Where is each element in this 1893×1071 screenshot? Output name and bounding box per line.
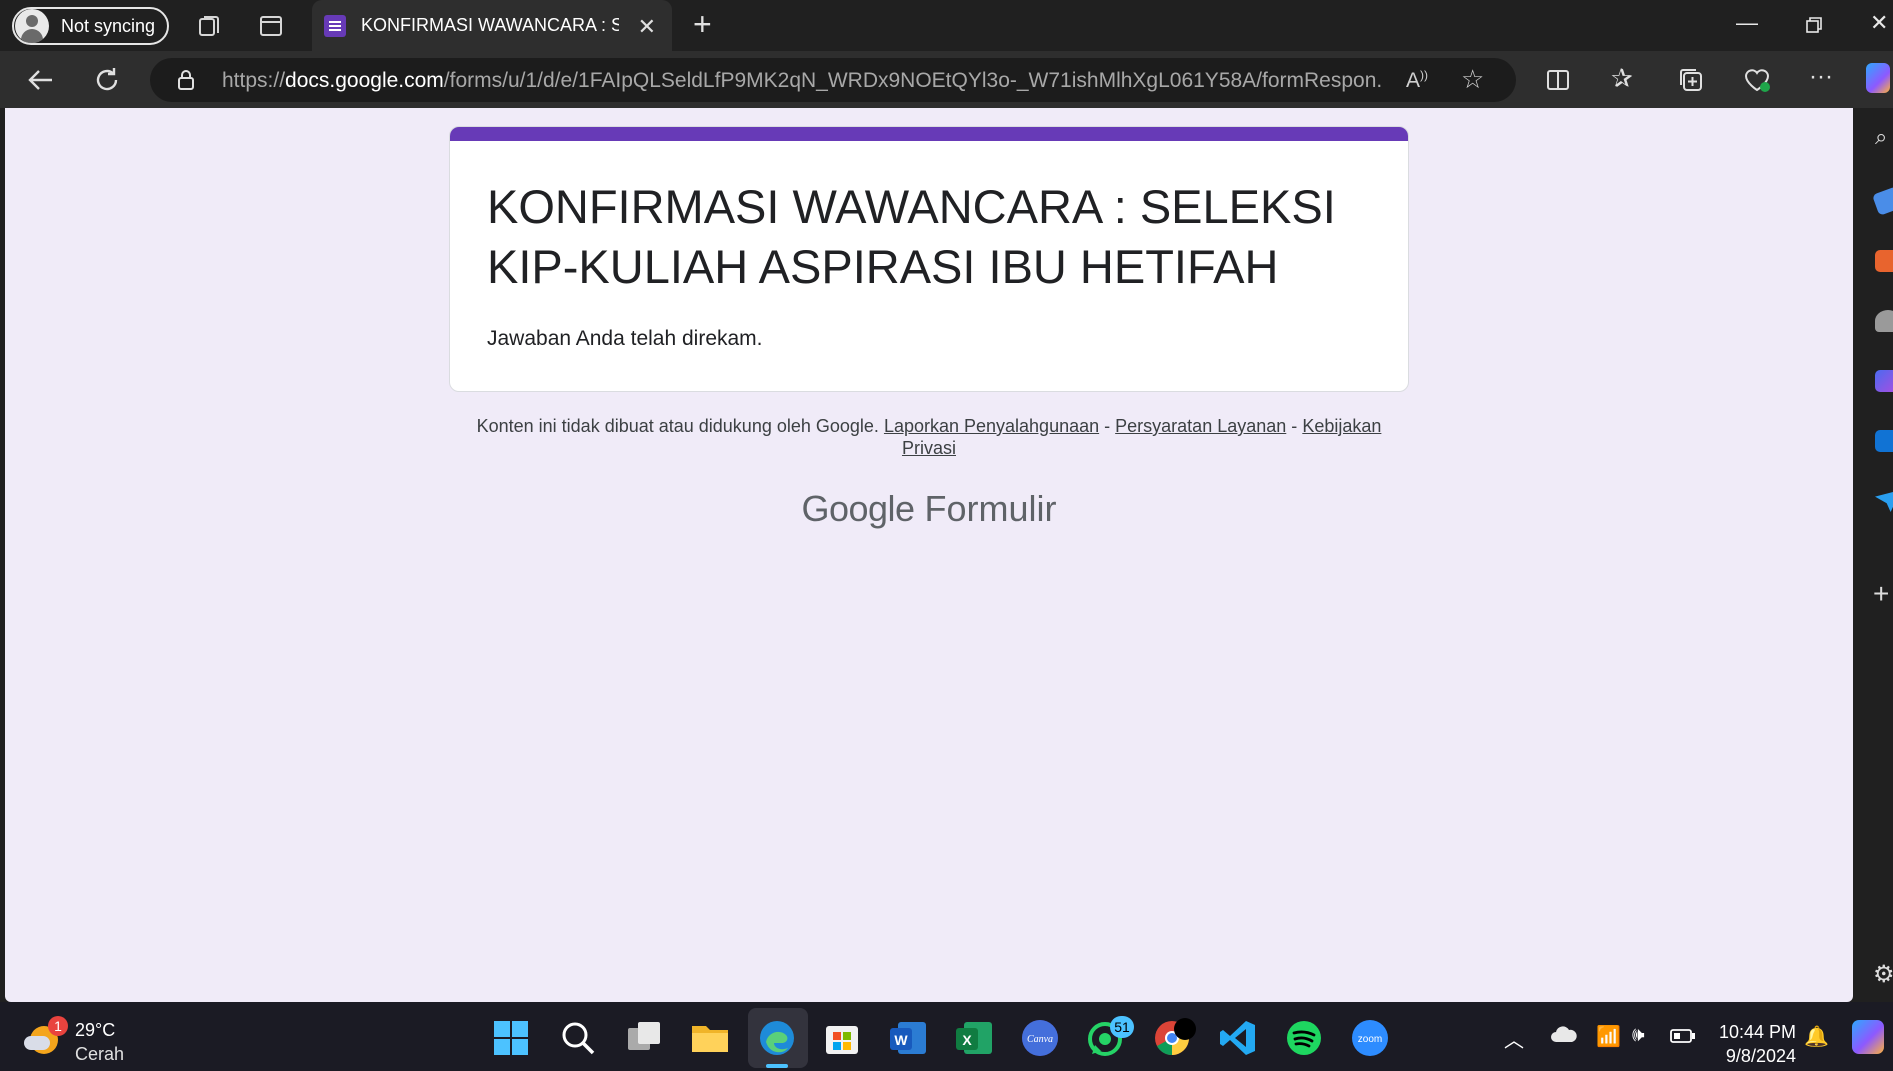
- profile-avatar-icon: [15, 9, 49, 43]
- copilot-taskbar-icon[interactable]: [1852, 1020, 1884, 1054]
- forms-wordmark: Formulir: [924, 488, 1057, 529]
- start-icon[interactable]: [491, 1018, 531, 1058]
- canva-icon[interactable]: Canva: [1020, 1018, 1060, 1058]
- page-viewport: KONFIRMASI WAWANCARA : SELEKSI KIP-KULIA…: [5, 108, 1853, 1002]
- edge-icon[interactable]: [757, 1018, 797, 1058]
- whatsapp-badge: 51: [1110, 1016, 1134, 1038]
- workspaces-icon[interactable]: [196, 13, 222, 39]
- form-title-line2: KIP-KULIAH ASPIRASI IBU HETIFAH: [487, 240, 1279, 293]
- edge-sidebar: ⌕ + ⚙: [1853, 108, 1893, 1002]
- task-view-icon[interactable]: [624, 1018, 664, 1058]
- word-icon[interactable]: W: [888, 1018, 928, 1058]
- sidebar-shopping-icon[interactable]: [1872, 186, 1893, 216]
- browser-essentials-icon[interactable]: [1743, 66, 1771, 94]
- sidebar-games-icon[interactable]: [1875, 310, 1893, 332]
- new-tab-button[interactable]: +: [693, 6, 712, 43]
- address-bar[interactable]: https://docs.google.com/forms/u/1/d/e/1F…: [150, 58, 1516, 102]
- profile-label: Not syncing: [61, 15, 156, 36]
- tab-strip: Not syncing KONFIRMASI WAWANCARA : SELEK…: [0, 0, 1893, 51]
- svg-text:Canva: Canva: [1027, 1034, 1053, 1045]
- copilot-icon[interactable]: [1866, 63, 1890, 93]
- clock-time: 10:44 PM: [1718, 1022, 1796, 1042]
- clock[interactable]: 10:44 PM 9/8/2024: [1710, 1020, 1796, 1068]
- tab-forms[interactable]: KONFIRMASI WAWANCARA : SELEKSI ✕: [312, 0, 672, 51]
- sidebar-copilot-icon[interactable]: [1875, 370, 1893, 392]
- lock-icon[interactable]: [176, 69, 196, 91]
- weather-temperature: 29°C: [75, 1020, 116, 1040]
- favorites-icon[interactable]: ✰: [1611, 63, 1633, 94]
- chrome-profile-dot: [1174, 1018, 1196, 1040]
- weather-notification-badge: 1: [48, 1016, 68, 1036]
- weather-cloud-icon: [24, 1036, 50, 1050]
- zoom-icon[interactable]: zoom: [1350, 1018, 1390, 1058]
- volume-icon[interactable]: 🕪: [1632, 1024, 1645, 1047]
- close-tab-icon[interactable]: ✕: [638, 14, 656, 40]
- excel-icon[interactable]: X: [954, 1018, 994, 1058]
- edge-active-indicator: [766, 1064, 788, 1068]
- split-screen-icon[interactable]: [1545, 67, 1571, 93]
- svg-text:zoom: zoom: [1358, 1034, 1382, 1045]
- weather-widget[interactable]: 1 29°C Cerah: [24, 1016, 154, 1064]
- restore-button[interactable]: [1805, 16, 1823, 34]
- navigation-bar: https://docs.google.com/forms/u/1/d/e/1F…: [0, 51, 1893, 108]
- url-text[interactable]: https://docs.google.com/forms/u/1/d/e/1F…: [222, 69, 1382, 93]
- battery-icon[interactable]: [1670, 1028, 1696, 1044]
- sidebar-send-icon[interactable]: [1875, 490, 1893, 512]
- url-prefix: https://: [222, 69, 286, 92]
- search-icon[interactable]: [558, 1018, 598, 1058]
- more-options-icon[interactable]: ···: [1809, 63, 1833, 91]
- sidebar-add-icon[interactable]: +: [1873, 578, 1889, 610]
- weather-condition: Cerah: [75, 1044, 125, 1064]
- sidebar-settings-icon[interactable]: ⚙: [1873, 960, 1893, 989]
- form-accent-bar: [450, 127, 1408, 141]
- tab-title: KONFIRMASI WAWANCARA : SELEKSI: [361, 15, 619, 35]
- wifi-icon[interactable]: 📶: [1596, 1024, 1621, 1049]
- close-window-button[interactable]: ✕: [1870, 10, 1888, 36]
- confirmation-message: Jawaban Anda telah direkam.: [487, 327, 763, 350]
- google-forms-logo[interactable]: Google Formulir: [5, 488, 1853, 530]
- sidebar-tools-icon[interactable]: [1875, 250, 1893, 272]
- sidebar-search-icon[interactable]: ⌕: [1875, 124, 1887, 150]
- google-wordmark: Google: [801, 488, 915, 529]
- minimize-button[interactable]: —: [1736, 10, 1758, 36]
- separator: -: [1291, 416, 1298, 436]
- google-forms-favicon-icon: [324, 14, 346, 37]
- tab-actions-icon[interactable]: [258, 13, 284, 39]
- report-abuse-link[interactable]: Laporkan Penyalahgunaan: [884, 416, 1099, 436]
- form-title-line1: KONFIRMASI WAWANCARA : SELEKSI: [487, 180, 1336, 233]
- form-response-card: KONFIRMASI WAWANCARA : SELEKSI KIP-KULIA…: [449, 126, 1409, 392]
- onedrive-icon[interactable]: [1550, 1024, 1578, 1044]
- file-explorer-icon[interactable]: [690, 1018, 730, 1058]
- url-path: /forms/u/1/d/e/1FAIpQLSeldLfP9MK2qN_WRDx…: [443, 69, 1382, 92]
- profile-button[interactable]: Not syncing: [12, 7, 169, 45]
- collections-icon[interactable]: [1678, 67, 1704, 93]
- disclaimer-text: Konten ini tidak dibuat atau didukung ol…: [476, 416, 879, 436]
- vscode-icon[interactable]: [1218, 1018, 1258, 1058]
- read-aloud-icon[interactable]: A)): [1406, 68, 1428, 93]
- show-hidden-icons-icon[interactable]: ︿: [1504, 1024, 1524, 1053]
- back-arrow-icon[interactable]: [26, 65, 56, 95]
- notification-bell-icon[interactable]: 🔔: [1804, 1024, 1829, 1049]
- windows-taskbar: 1 29°C Cerah W X Canva 51 zoom ︿ 📶 🕪 10:…: [0, 1002, 1893, 1071]
- store-icon[interactable]: [822, 1018, 862, 1058]
- form-title: KONFIRMASI WAWANCARA : SELEKSI KIP-KULIA…: [487, 177, 1367, 297]
- screen: Not syncing KONFIRMASI WAWANCARA : SELEK…: [0, 0, 1893, 1071]
- favorite-star-icon[interactable]: ☆: [1461, 64, 1484, 95]
- spotify-icon[interactable]: [1284, 1018, 1324, 1058]
- footer-disclaimer: Konten ini tidak dibuat atau didukung ol…: [449, 415, 1409, 459]
- terms-of-service-link[interactable]: Persyaratan Layanan: [1115, 416, 1286, 436]
- url-host: docs.google.com: [285, 69, 444, 92]
- clock-date: 9/8/2024: [1725, 1046, 1796, 1066]
- separator: -: [1104, 416, 1111, 436]
- refresh-icon[interactable]: [92, 65, 122, 95]
- svg-text:X: X: [962, 1032, 972, 1048]
- svg-text:W: W: [894, 1032, 908, 1048]
- sidebar-outlook-icon[interactable]: [1875, 430, 1893, 452]
